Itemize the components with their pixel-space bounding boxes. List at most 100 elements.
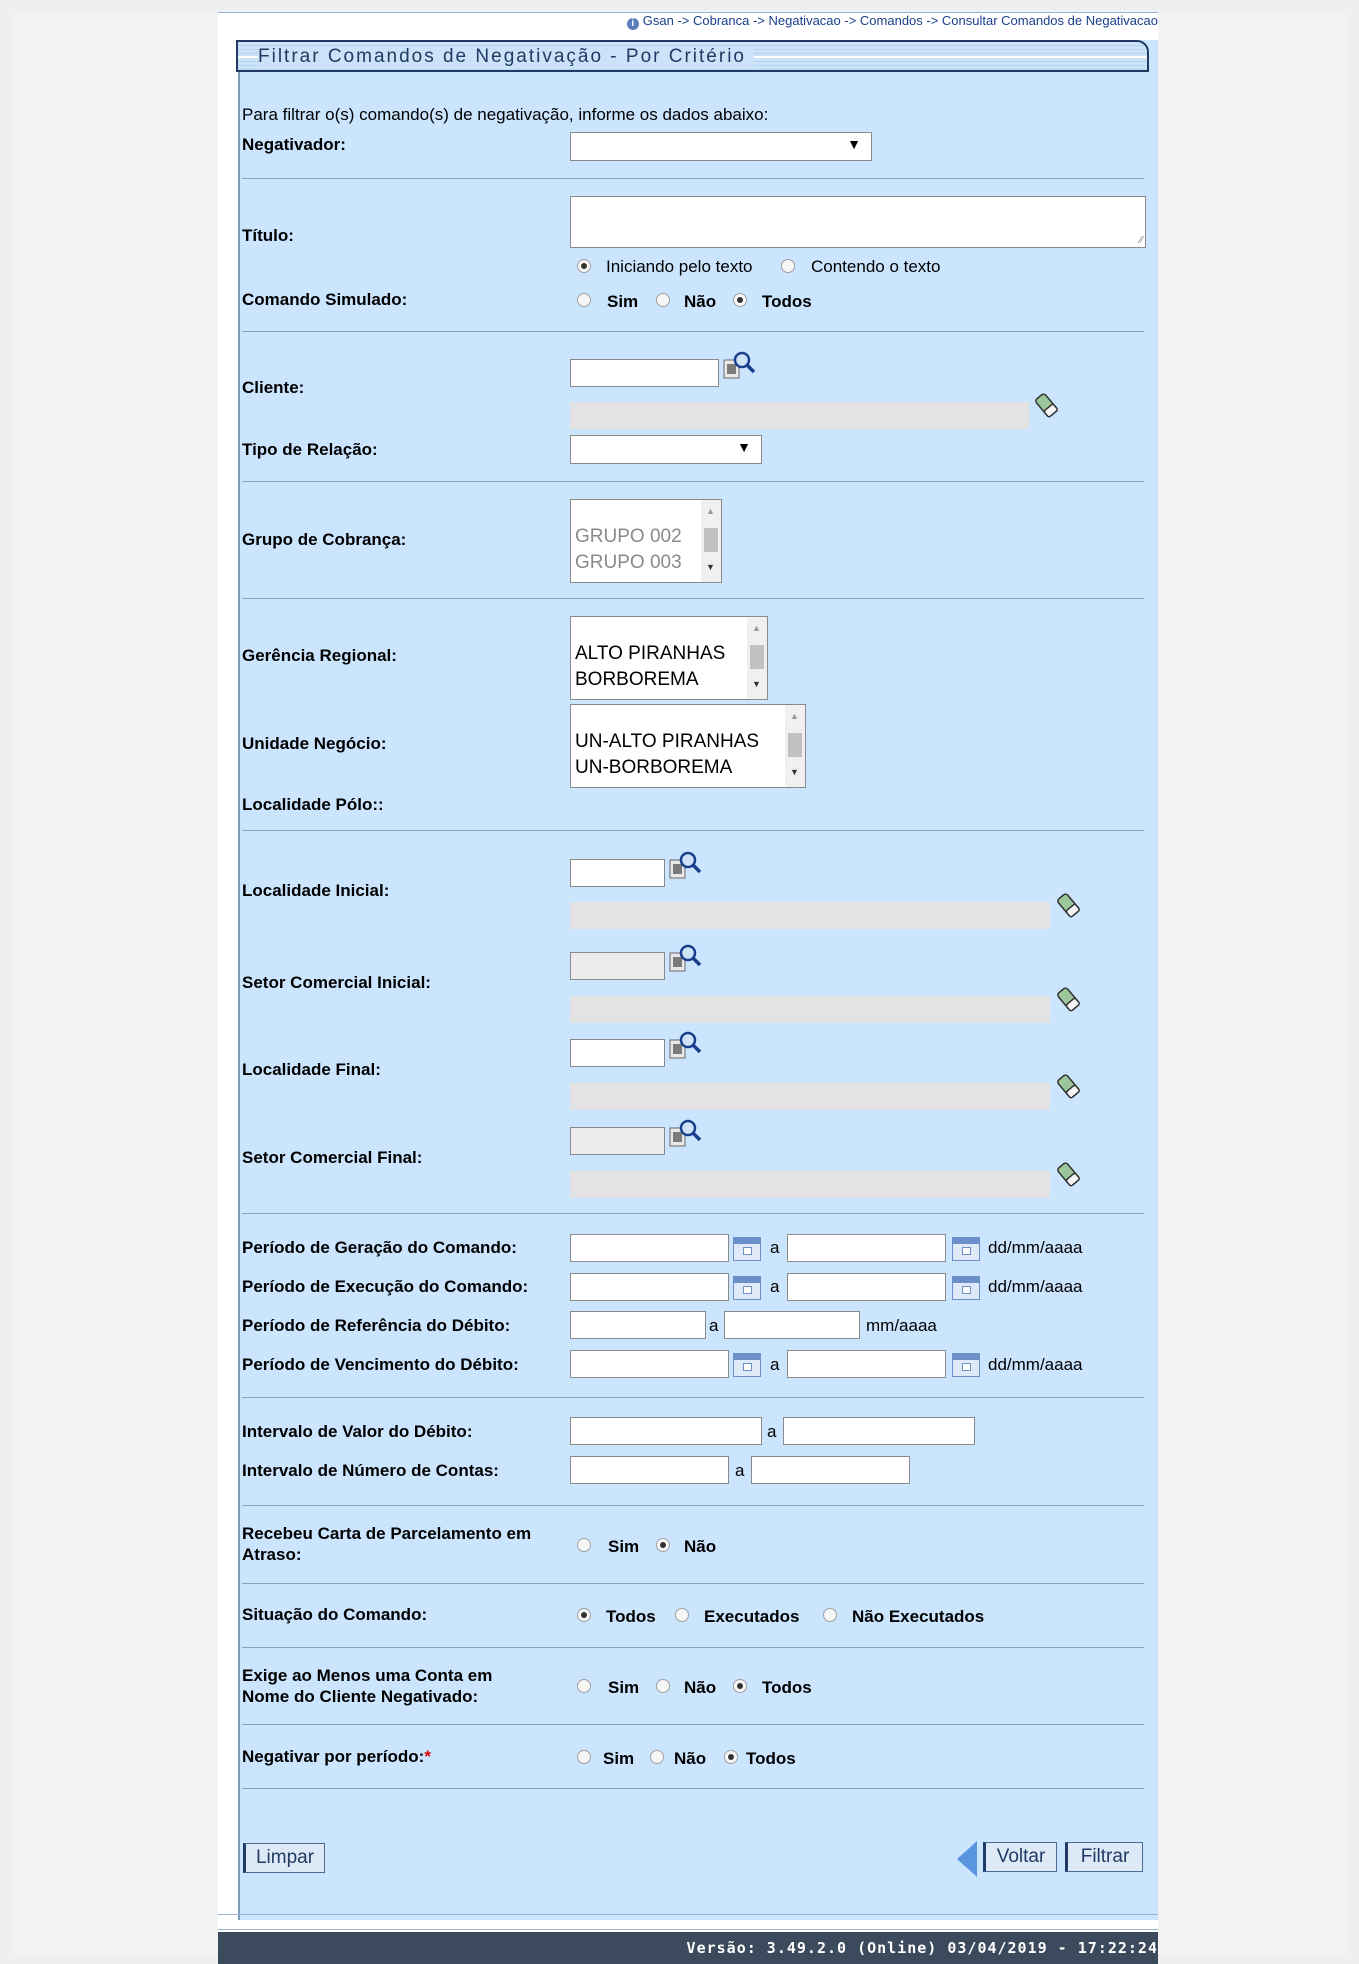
gerencia-regional-option[interactable]: BORBOREMA: [575, 669, 699, 691]
scroll-up-icon[interactable]: ▲: [752, 623, 761, 633]
simulado-nao-radio[interactable]: [656, 293, 670, 307]
periodo-vencimento-label: Período de Vencimento do Débito:: [242, 1355, 519, 1374]
referencia-fim-input[interactable]: [724, 1311, 860, 1339]
localidade-inicial-input[interactable]: [570, 859, 665, 887]
scroll-thumb[interactable]: [788, 733, 802, 757]
setor-inicial-clear-icon[interactable]: [1056, 986, 1082, 1014]
gerencia-regional-scrollbar[interactable]: ▲ ▼: [747, 617, 767, 699]
execucao-inicio-input[interactable]: [570, 1273, 729, 1301]
cliente-lookup-icon[interactable]: [722, 350, 756, 382]
divider: [242, 1505, 1144, 1506]
execucao-fim-input[interactable]: [787, 1273, 946, 1301]
exige-nao-radio[interactable]: [656, 1679, 670, 1693]
localidade-final-input[interactable]: [570, 1039, 665, 1067]
carta-parcelamento-label-line2: Atraso:: [242, 1545, 302, 1564]
negativar-sim-radio[interactable]: [577, 1750, 591, 1764]
titulo-contendo-label: Contendo o texto: [811, 257, 941, 276]
voltar-button[interactable]: Voltar: [983, 1842, 1057, 1872]
calendar-icon[interactable]: [733, 1353, 761, 1377]
grupo-cobranca-listbox[interactable]: GRUPO 002 GRUPO 003 ▲ ▼: [570, 499, 722, 583]
titulo-contendo-radio[interactable]: [781, 259, 795, 273]
unidade-negocio-option[interactable]: UN-ALTO PIRANHAS: [575, 731, 759, 753]
range-separator: a: [770, 1277, 780, 1296]
setor-final-input[interactable]: [570, 1127, 665, 1155]
geracao-inicio-input[interactable]: [570, 1234, 729, 1262]
localidade-final-lookup-icon[interactable]: [668, 1030, 702, 1062]
localidade-polo-label: Localidade Pólo::: [242, 795, 384, 814]
cliente-name-display: [570, 402, 1029, 429]
setor-inicial-lookup-icon[interactable]: [668, 943, 702, 975]
valor-inicio-input[interactable]: [570, 1417, 762, 1445]
filtrar-button[interactable]: Filtrar: [1065, 1842, 1143, 1872]
scroll-up-icon[interactable]: ▲: [706, 506, 715, 516]
divider: [242, 598, 1144, 599]
grupo-cobranca-scrollbar[interactable]: ▲ ▼: [701, 500, 721, 582]
tipo-relacao-label: Tipo de Relação:: [242, 440, 378, 459]
divider: [242, 1647, 1144, 1648]
unidade-negocio-scrollbar[interactable]: ▲ ▼: [785, 705, 805, 787]
vencimento-inicio-input[interactable]: [570, 1350, 729, 1378]
situacao-executados-radio[interactable]: [675, 1608, 689, 1622]
localidade-final-clear-icon[interactable]: [1056, 1073, 1082, 1101]
scroll-down-icon[interactable]: ▼: [706, 562, 715, 572]
setor-inicial-input[interactable]: [570, 952, 665, 980]
referencia-inicio-input[interactable]: [570, 1311, 706, 1339]
calendar-icon[interactable]: [952, 1276, 980, 1300]
negativador-select[interactable]: ▼: [570, 132, 872, 161]
simulado-sim-radio[interactable]: [577, 293, 591, 307]
vencimento-fim-input[interactable]: [787, 1350, 946, 1378]
calendar-icon[interactable]: [733, 1276, 761, 1300]
scroll-up-icon[interactable]: ▲: [790, 711, 799, 721]
calendar-icon[interactable]: [952, 1353, 980, 1377]
titulo-label: Título:: [242, 226, 294, 245]
unidade-negocio-listbox[interactable]: UN-ALTO PIRANHAS UN-BORBOREMA ▲ ▼: [570, 704, 806, 788]
breadcrumb: i Gsan -> Cobranca -> Negativacao -> Coma…: [218, 12, 1158, 33]
situacao-todos-label: Todos: [606, 1607, 656, 1626]
calendar-icon[interactable]: [952, 1237, 980, 1261]
titulo-textarea[interactable]: ⁄⁄: [570, 196, 1146, 248]
setor-final-lookup-icon[interactable]: [668, 1118, 702, 1150]
divider: [242, 1583, 1144, 1584]
negativar-todos-radio[interactable]: [724, 1750, 738, 1764]
titulo-iniciando-radio[interactable]: [577, 259, 591, 273]
negativar-nao-radio[interactable]: [650, 1750, 664, 1764]
gerencia-regional-listbox[interactable]: ALTO PIRANHAS BORBOREMA ▲ ▼: [570, 616, 768, 700]
negativar-periodo-text: Negativar por período:: [242, 1747, 425, 1766]
carta-sim-radio[interactable]: [577, 1538, 591, 1552]
scroll-thumb[interactable]: [750, 645, 764, 669]
geracao-fim-input[interactable]: [787, 1234, 946, 1262]
breadcrumb-text[interactable]: Gsan -> Cobranca -> Negativacao -> Coman…: [643, 13, 1158, 28]
cliente-label: Cliente:: [242, 378, 305, 397]
grupo-cobranca-option[interactable]: GRUPO 003: [575, 552, 682, 574]
calendar-icon[interactable]: [733, 1237, 761, 1261]
setor-final-clear-icon[interactable]: [1056, 1161, 1082, 1189]
scroll-down-icon[interactable]: ▼: [752, 679, 761, 689]
carta-nao-radio[interactable]: [656, 1538, 670, 1552]
unidade-negocio-option[interactable]: UN-BORBOREMA: [575, 757, 732, 779]
divider: [242, 331, 1144, 332]
scroll-thumb[interactable]: [704, 528, 718, 552]
carta-parcelamento-label: Recebeu Carta de Parcelamento em: [242, 1524, 532, 1543]
simulado-nao-label: Não: [684, 292, 717, 311]
localidade-inicial-lookup-icon[interactable]: [668, 850, 702, 882]
contas-inicio-input[interactable]: [570, 1456, 729, 1484]
scroll-down-icon[interactable]: ▼: [790, 767, 799, 777]
situacao-todos-radio[interactable]: [577, 1608, 591, 1622]
cliente-clear-icon[interactable]: [1034, 392, 1060, 420]
localidade-inicial-clear-icon[interactable]: [1056, 892, 1082, 920]
tipo-relacao-select[interactable]: ▼: [570, 435, 762, 464]
grupo-cobranca-option[interactable]: GRUPO 002: [575, 526, 682, 548]
situacao-nao-executados-radio[interactable]: [823, 1608, 837, 1622]
simulado-todos-radio[interactable]: [733, 293, 747, 307]
back-arrow-icon[interactable]: [957, 1841, 977, 1877]
gerencia-regional-option[interactable]: ALTO PIRANHAS: [575, 643, 725, 665]
limpar-button[interactable]: Limpar: [243, 1843, 325, 1873]
cliente-input[interactable]: [570, 359, 719, 387]
contas-fim-input[interactable]: [751, 1456, 910, 1484]
exige-sim-radio[interactable]: [577, 1679, 591, 1693]
periodo-geracao-label: Período de Geração do Comando:: [242, 1238, 517, 1257]
divider: [242, 1213, 1144, 1214]
exige-todos-radio[interactable]: [733, 1679, 747, 1693]
setor-final-label: Setor Comercial Final:: [242, 1148, 423, 1167]
valor-fim-input[interactable]: [783, 1417, 975, 1445]
